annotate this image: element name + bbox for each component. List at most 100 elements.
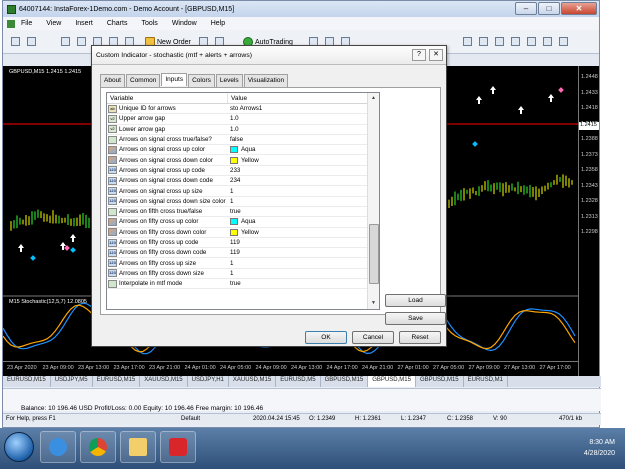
reset-button[interactable]: Reset: [399, 331, 441, 344]
scrollbar-thumb[interactable]: [369, 224, 379, 284]
taskbar-metatrader[interactable]: [160, 431, 196, 463]
scroll-down-arrow-icon[interactable]: ▼: [368, 298, 379, 309]
param-value-cell[interactable]: 234: [228, 176, 379, 185]
param-row[interactable]: Interpolate in mtf mode true: [107, 279, 379, 290]
zoom-out-icon[interactable]: [479, 37, 488, 46]
parameters-rows: ab Unique ID for arrows sto Arrows1 v2 Upper…: [107, 104, 379, 290]
param-value-cell[interactable]: 1: [228, 258, 379, 267]
param-value-cell[interactable]: false: [228, 135, 379, 144]
close-button[interactable]: ✕: [561, 2, 597, 15]
param-value: 1: [230, 187, 234, 195]
menu-file[interactable]: File: [21, 20, 32, 27]
param-row[interactable]: 123 Arrows on signal cross up size 1: [107, 186, 379, 197]
clock-time[interactable]: 8:30 AM: [589, 439, 615, 446]
param-value-cell[interactable]: 119: [228, 238, 379, 247]
menu-tools[interactable]: Tools: [141, 20, 157, 27]
param-row[interactable]: Arrows on signal cross true/false? false: [107, 135, 379, 146]
param-name: Arrows on signal cross up color: [119, 146, 205, 154]
param-value-cell[interactable]: Aqua: [228, 145, 379, 154]
new-chart-icon[interactable]: [11, 37, 20, 46]
chart-tab[interactable]: GBPUSD,M15: [416, 376, 464, 387]
chart-tab[interactable]: EURUSD,M15: [93, 376, 141, 387]
zoom-in-icon[interactable]: [463, 37, 472, 46]
tile-windows-icon[interactable]: [495, 37, 504, 46]
dialog-close-button[interactable]: ✕: [429, 49, 443, 61]
minimize-button[interactable]: –: [515, 2, 537, 15]
param-row[interactable]: Arrows on fifty cross down color Yellow: [107, 228, 379, 238]
chart-tab[interactable]: EURUSD,M5: [276, 376, 321, 387]
tab-inputs[interactable]: Inputs: [161, 73, 188, 86]
param-value-cell[interactable]: 1.0: [228, 125, 379, 134]
chart-tab[interactable]: GBPUSD,M15: [321, 376, 369, 387]
param-value-cell[interactable]: true: [228, 207, 379, 216]
param-row[interactable]: 123 Arrows on fifty cross down size 1: [107, 269, 379, 280]
chart-tab[interactable]: EURUSD,M15: [3, 376, 51, 387]
profiles-icon[interactable]: [27, 37, 36, 46]
data-window-icon[interactable]: [77, 37, 86, 46]
dialog-help-button[interactable]: ?: [412, 49, 426, 61]
chart-shift-icon[interactable]: [511, 37, 520, 46]
param-row[interactable]: v2 Lower arrow gap 1.0: [107, 125, 379, 135]
autoscroll-icon[interactable]: [527, 37, 536, 46]
taskbar-chrome[interactable]: [80, 431, 116, 463]
column-value[interactable]: Value: [228, 93, 379, 103]
tab-visualization[interactable]: Visualization: [243, 74, 289, 87]
param-value-cell[interactable]: Yellow: [228, 155, 379, 164]
menu-insert[interactable]: Insert: [75, 20, 93, 27]
tab-about[interactable]: About: [100, 74, 125, 87]
param-row[interactable]: Arrows on fifty cross up color Aqua: [107, 217, 379, 228]
start-button-icon[interactable]: [4, 432, 34, 462]
tab-colors[interactable]: Colors: [188, 74, 215, 87]
param-value-cell[interactable]: 1: [228, 186, 379, 195]
param-value-cell[interactable]: 1: [228, 269, 379, 278]
param-value-cell[interactable]: sto Arrows1: [228, 104, 379, 113]
time-tick-label: 27 Apr 09:00: [468, 365, 500, 371]
chart-tab[interactable]: USDJPY,M5: [51, 376, 93, 387]
param-value-cell[interactable]: 1.0: [228, 114, 379, 123]
param-row[interactable]: 123 Arrows on signal cross down code 234: [107, 176, 379, 187]
scroll-up-arrow-icon[interactable]: ▲: [368, 93, 379, 104]
cancel-button[interactable]: Cancel: [352, 331, 394, 344]
taskbar-explorer[interactable]: [120, 431, 156, 463]
clock-date[interactable]: 4/28/2020: [584, 450, 615, 457]
indicators-icon[interactable]: [543, 37, 552, 46]
param-row[interactable]: 123 Arrows on fifty cross up size 1: [107, 258, 379, 269]
chart-tab[interactable]: XAUUSD,M15: [229, 376, 277, 387]
param-row[interactable]: 123 Arrows on signal cross down size colo…: [107, 197, 379, 207]
column-variable[interactable]: Variable: [107, 93, 228, 103]
param-row[interactable]: Arrows on signal cross up color Aqua: [107, 145, 379, 156]
menu-view[interactable]: View: [46, 20, 61, 27]
menu-window[interactable]: Window: [172, 20, 197, 27]
int-type-icon: 123: [108, 166, 117, 175]
param-value-cell[interactable]: Yellow: [228, 228, 379, 237]
chart-tab[interactable]: GBPUSD,M15: [368, 376, 416, 387]
load-button[interactable]: Load: [385, 294, 446, 307]
chart-tab[interactable]: USDJPY,H1: [188, 376, 229, 387]
param-value-cell[interactable]: true: [228, 279, 379, 288]
tab-levels[interactable]: Levels: [215, 74, 243, 87]
param-row[interactable]: 123 Arrows on fifty cross down code 119: [107, 248, 379, 259]
parameters-scrollbar[interactable]: ▲ ▼: [367, 93, 379, 309]
maximize-button[interactable]: □: [538, 2, 560, 15]
param-value-cell[interactable]: 1: [228, 197, 379, 206]
taskbar-ie[interactable]: [40, 431, 76, 463]
param-value-cell[interactable]: 119: [228, 248, 379, 257]
param-value-cell[interactable]: 233: [228, 166, 379, 175]
param-row[interactable]: ab Unique ID for arrows sto Arrows1: [107, 104, 379, 115]
param-row[interactable]: v2 Upper arrow gap 1.0: [107, 114, 379, 125]
param-row[interactable]: Arrows on fifth cross true/false true: [107, 207, 379, 218]
market-watch-icon[interactable]: [61, 37, 70, 46]
param-row[interactable]: 123 Arrows on signal cross up code 233: [107, 166, 379, 177]
chart-tab[interactable]: EURUSD,M1: [464, 376, 508, 387]
param-row[interactable]: 123 Arrows on fifty cross up code 119: [107, 238, 379, 249]
price-tick-label: 1.2313: [581, 213, 598, 220]
ok-button[interactable]: OK: [305, 331, 347, 344]
menu-charts[interactable]: Charts: [107, 20, 128, 27]
param-row[interactable]: Arrows on signal cross down color Yellow: [107, 155, 379, 166]
save-button[interactable]: Save: [385, 312, 446, 325]
periods-icon[interactable]: [559, 37, 568, 46]
param-value-cell[interactable]: Aqua: [228, 217, 379, 226]
menu-help[interactable]: Help: [211, 20, 225, 27]
chart-tab[interactable]: XAUUSD,M15: [140, 376, 188, 387]
tab-common[interactable]: Common: [126, 74, 161, 87]
